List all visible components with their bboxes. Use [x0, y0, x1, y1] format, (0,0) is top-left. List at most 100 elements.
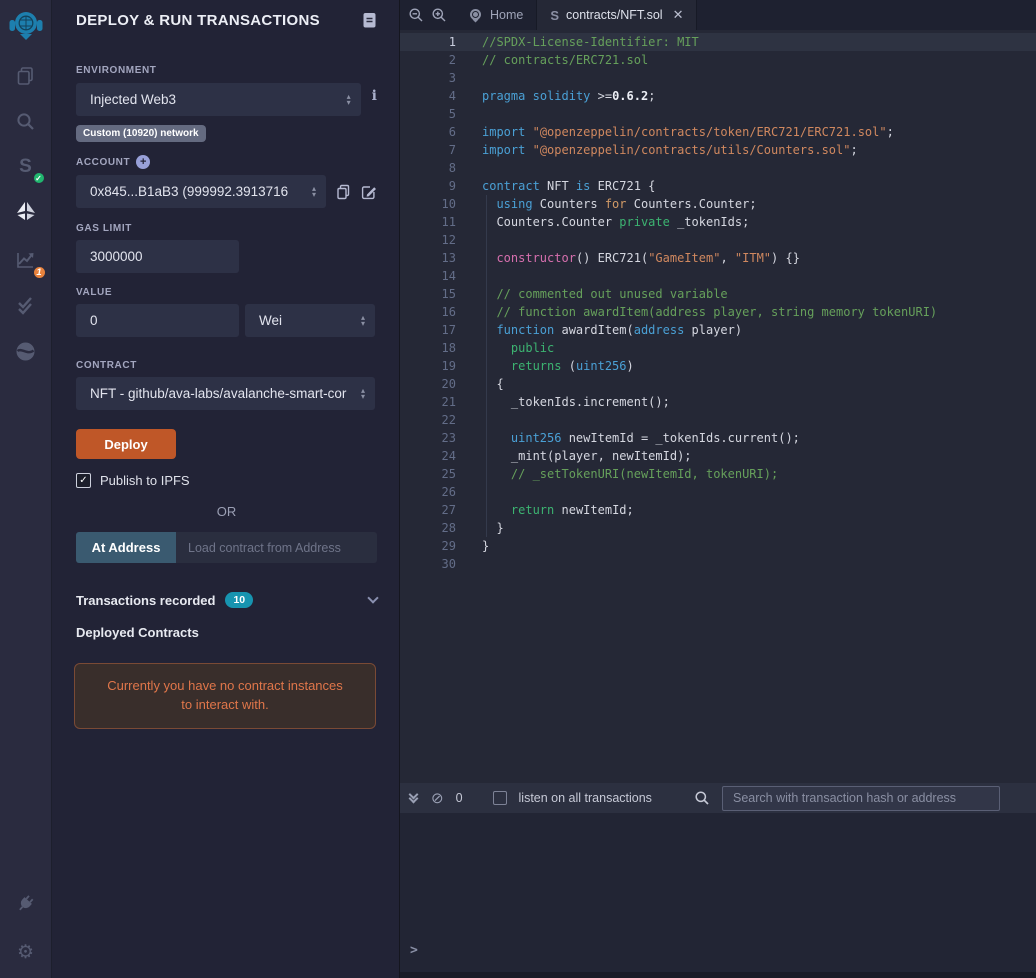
transactions-count-badge: 10	[225, 592, 254, 608]
tab-home[interactable]: Home	[455, 0, 538, 30]
code-line[interactable]: 24 _mint(player, newItemId);	[400, 447, 1036, 465]
deploy-button[interactable]: Deploy	[76, 429, 176, 459]
solidity-compiler-icon[interactable]: S ✓	[0, 144, 52, 190]
unit-testing-icon[interactable]	[0, 282, 52, 328]
zoom-out-icon[interactable]	[408, 7, 424, 23]
code-line[interactable]: 3	[400, 69, 1036, 87]
code-text	[456, 483, 487, 501]
code-line[interactable]: 28 }	[400, 519, 1036, 537]
learneth-icon[interactable]	[0, 328, 52, 374]
terminal-output[interactable]: >	[400, 813, 1036, 972]
line-number: 18	[441, 341, 456, 355]
code-text: pragma solidity >=0.6.2;	[482, 89, 656, 103]
publish-ipfs-row[interactable]: ✓ Publish to IPFS	[76, 473, 377, 488]
code-text: import "@openzeppelin/contracts/token/ER…	[482, 125, 894, 139]
add-account-icon[interactable]: +	[136, 155, 151, 169]
compiler-success-badge: ✓	[31, 171, 46, 185]
environment-select[interactable]: Injected Web3 ▴ ▾	[76, 83, 361, 116]
value-unit: Wei	[259, 313, 283, 328]
contract-select[interactable]: NFT - github/ava-labs/avalanche-smart-co…	[76, 377, 375, 410]
terminal-resize-strip[interactable]	[400, 972, 1036, 978]
code-line[interactable]: 14	[400, 267, 1036, 285]
code-line[interactable]: 12	[400, 231, 1036, 249]
code-line[interactable]: 16 // function awardItem(address player,…	[400, 303, 1036, 321]
line-number: 28	[441, 521, 456, 535]
tab-home-label: Home	[490, 8, 524, 22]
solidity-file-icon: S	[550, 7, 560, 23]
line-number: 19	[441, 359, 456, 373]
terminal-toolbar: ⊘ 0 listen on all transactions	[400, 783, 1036, 813]
line-number: 30	[441, 557, 456, 571]
deploy-run-icon[interactable]	[0, 190, 52, 236]
edit-account-icon[interactable]	[361, 184, 377, 200]
copy-account-icon[interactable]	[336, 184, 351, 200]
publish-ipfs-checkbox[interactable]: ✓	[76, 473, 91, 488]
gas-limit-input[interactable]	[76, 240, 239, 273]
code-line[interactable]: 6 import "@openzeppelin/contracts/token/E…	[400, 123, 1036, 141]
editor-tabbar: Home S contracts/NFT.sol ✕	[400, 0, 1036, 30]
code-line[interactable]: 29}	[400, 537, 1036, 555]
code-text: //SPDX-License-Identifier: MIT	[482, 35, 699, 49]
code-line[interactable]: 26	[400, 483, 1036, 501]
code-line[interactable]: 7 import "@openzeppelin/contracts/utils/C…	[400, 141, 1036, 159]
expand-terminal-icon[interactable]	[408, 789, 419, 803]
chevron-down-icon[interactable]	[367, 592, 379, 604]
clear-terminal-icon[interactable]: ⊘	[431, 789, 444, 807]
plugin-manager-icon[interactable]	[0, 880, 52, 926]
chevron-updown-icon: ▴ ▾	[346, 91, 351, 107]
line-number: 22	[441, 413, 456, 427]
listen-all-checkbox[interactable]	[492, 791, 507, 805]
contract-value: NFT - github/ava-labs/avalanche-smart-co…	[90, 386, 347, 401]
code-line[interactable]: 11 Counters.Counter private _tokenIds;	[400, 213, 1036, 231]
at-address-button[interactable]: At Address	[76, 532, 176, 563]
close-tab-icon[interactable]: ✕	[673, 7, 684, 23]
code-text: import "@openzeppelin/contracts/utils/Co…	[482, 143, 858, 157]
tab-nft-sol[interactable]: S contracts/NFT.sol ✕	[537, 0, 698, 30]
code-line[interactable]: 20 {	[400, 375, 1036, 393]
at-address-input[interactable]	[176, 532, 377, 563]
code-line[interactable]: 4 pragma solidity >=0.6.2;	[400, 87, 1036, 105]
code-line[interactable]: 17 function awardItem(address player)	[400, 321, 1036, 339]
terminal-search-input[interactable]	[722, 785, 1000, 811]
code-line[interactable]: 10 using Counters for Counters.Counter;	[400, 195, 1036, 213]
file-explorer-icon[interactable]	[0, 52, 52, 98]
value-chart-icon[interactable]: 1	[0, 236, 52, 282]
code-line[interactable]: 25 // _setTokenURI(newItemId, tokenURI);	[400, 465, 1036, 483]
code-line[interactable]: 23 uint256 newItemId = _tokenIds.current…	[400, 429, 1036, 447]
settings-gear-icon[interactable]: ⚙	[0, 926, 52, 978]
value-label: VALUE	[76, 287, 113, 298]
line-number: 20	[441, 377, 456, 391]
account-select[interactable]: 0x845...B1aB3 (999992.3913716 ▴ ▾	[76, 175, 326, 208]
code-line[interactable]: 2 // contracts/ERC721.sol	[400, 51, 1036, 69]
value-input[interactable]	[76, 304, 239, 337]
environment-info-icon[interactable]: i	[372, 88, 377, 104]
code-line[interactable]: 8	[400, 159, 1036, 177]
line-number: 17	[441, 323, 456, 337]
code-line[interactable]: 18 public	[400, 339, 1036, 357]
code-line[interactable]: 22	[400, 411, 1036, 429]
code-line[interactable]: 30	[400, 555, 1036, 573]
code-line[interactable]: 9 contract NFT is ERC721 {	[400, 177, 1036, 195]
line-number: 6	[448, 125, 456, 139]
code-text: uint256 newItemId = _tokenIds.current();	[456, 429, 800, 447]
code-line[interactable]: 27 return newItemId;	[400, 501, 1036, 519]
search-icon[interactable]	[0, 98, 52, 144]
code-line[interactable]: 21 _tokenIds.increment();	[400, 393, 1036, 411]
no-instances-message: Currently you have no contract instances…	[74, 663, 376, 729]
main-area: Home S contracts/NFT.sol ✕ 1 //SPDX-Licen…	[400, 0, 1036, 978]
code-line[interactable]: 1 //SPDX-License-Identifier: MIT	[400, 33, 1036, 51]
code-line[interactable]: 19 returns (uint256)	[400, 357, 1036, 375]
code-editor[interactable]: 1 //SPDX-License-Identifier: MIT 2 // contr…	[400, 30, 1036, 783]
value-unit-select[interactable]: Wei ▴ ▾	[245, 304, 375, 337]
zoom-in-icon[interactable]	[431, 7, 447, 23]
line-number: 29	[441, 539, 456, 553]
transactions-recorded-row[interactable]: Transactions recorded 10	[76, 592, 379, 608]
code-line[interactable]: 5	[400, 105, 1036, 123]
code-text: }	[482, 539, 490, 553]
documentation-icon[interactable]	[362, 12, 377, 29]
code-line[interactable]: 13 constructor() ERC721("GameItem", "ITM…	[400, 249, 1036, 267]
code-line[interactable]: 15 // commented out unused variable	[400, 285, 1036, 303]
remix-logo-icon[interactable]	[0, 0, 52, 52]
